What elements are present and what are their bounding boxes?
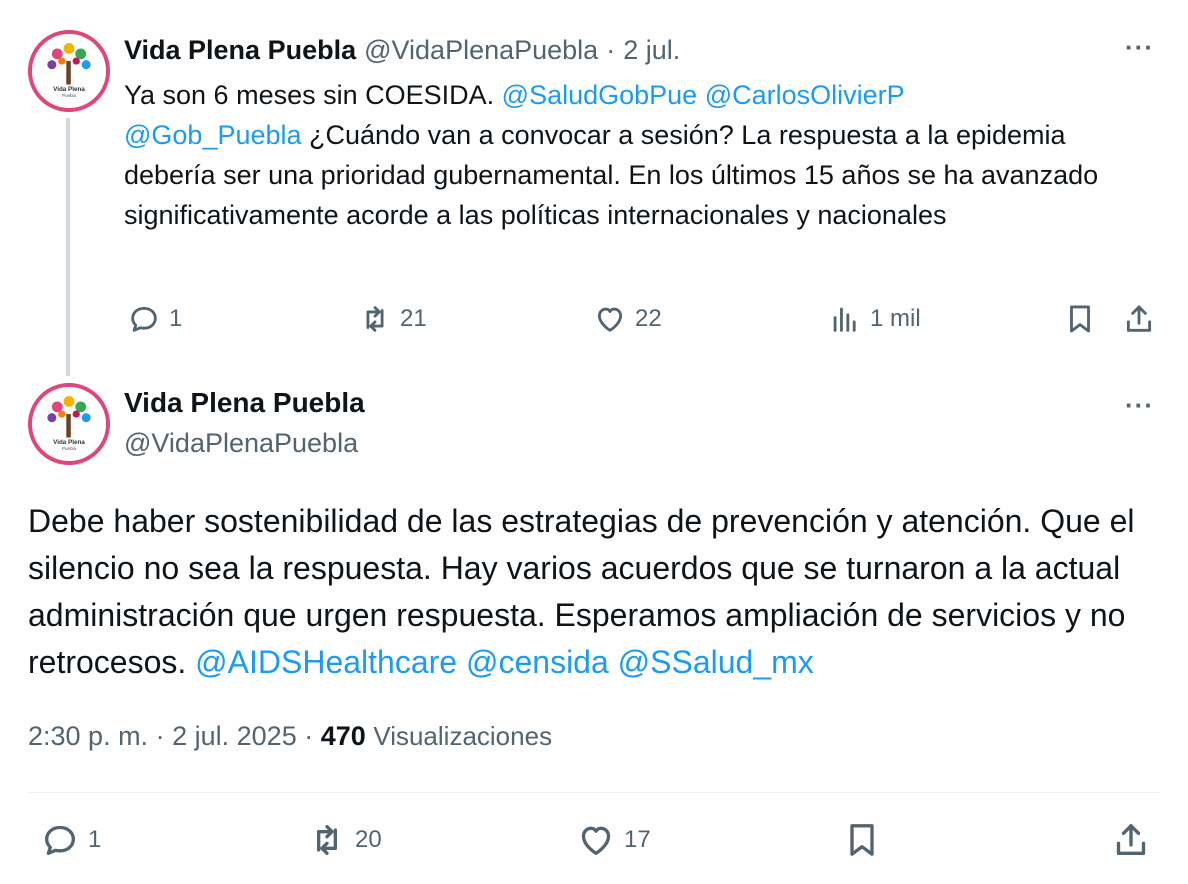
handle[interactable]: @VidaPlenaPuebla — [124, 423, 358, 463]
svg-text:Vida Plena: Vida Plena — [53, 86, 85, 93]
like-count: 22 — [635, 305, 662, 332]
avatar[interactable]: Vida Plena Puebla — [28, 383, 110, 465]
mention-link[interactable]: @censida — [466, 644, 609, 680]
reply-count: 1 — [88, 826, 102, 853]
more-dots-icon[interactable]: ··· — [1125, 34, 1154, 60]
heart-icon — [581, 826, 611, 855]
tweet-header: Vida Plena Puebla @VidaPlenaPuebla · 2 j… — [124, 30, 680, 70]
separator: · — [606, 34, 616, 65]
share-icon — [1116, 824, 1146, 855]
reply-icon — [45, 825, 76, 855]
tweet-text: Debe haber sostenibilidad de las estrate… — [28, 498, 1168, 686]
mention-link[interactable]: @SaludGobPue — [502, 80, 698, 110]
retweet-icon — [317, 825, 337, 855]
bookmark-icon — [1070, 305, 1090, 333]
mention-link[interactable]: @AIDSHealthcare — [195, 644, 457, 680]
views-count: 1 mil — [870, 305, 921, 332]
like-count: 17 — [624, 826, 651, 853]
vida-plena-logo: Vida Plena Puebla — [32, 387, 106, 461]
reply-button[interactable]: 1 — [40, 820, 101, 860]
vida-plena-logo: Vida Plena Puebla — [32, 34, 106, 108]
mention-link[interactable]: @CarlosOlivierP — [705, 80, 905, 110]
share-button[interactable] — [1111, 820, 1151, 860]
handle[interactable]: @VidaPlenaPuebla — [364, 35, 598, 66]
views-button[interactable]: 1 mil — [828, 302, 921, 336]
reply-icon — [131, 306, 157, 332]
svg-text:Puebla: Puebla — [62, 446, 77, 451]
separator: · — [155, 721, 165, 751]
svg-text:Puebla: Puebla — [62, 93, 77, 98]
display-name[interactable]: Vida Plena Puebla — [124, 383, 365, 423]
retweet-button[interactable]: 21 — [358, 302, 427, 336]
share-icon — [1126, 305, 1152, 332]
tweet-date[interactable]: 2 jul. 2025 — [172, 721, 297, 751]
separator: · — [304, 721, 314, 751]
tweet-time[interactable]: 2:30 p. m. — [28, 721, 148, 751]
retweet-icon — [366, 306, 384, 332]
bookmark-button[interactable] — [1063, 302, 1097, 336]
tweet-meta: 2:30 p. m. · 2 jul. 2025 · 470 Visualiza… — [28, 716, 552, 756]
heart-icon — [597, 307, 623, 332]
display-name[interactable]: Vida Plena Puebla — [124, 35, 356, 66]
avatar[interactable]: Vida Plena Puebla — [28, 30, 110, 112]
retweet-count: 21 — [400, 305, 427, 332]
views-chart-icon — [833, 307, 856, 332]
like-button[interactable]: 22 — [593, 302, 662, 336]
bookmark-icon — [850, 824, 874, 856]
mention-link[interactable]: @Gob_Puebla — [124, 120, 302, 150]
views-label: Visualizaciones — [373, 721, 553, 751]
tweet-text-segment: Ya son 6 meses sin COESIDA. — [124, 80, 502, 110]
divider — [28, 792, 1160, 793]
tweet-date[interactable]: 2 jul. — [623, 35, 680, 66]
reply-button[interactable]: 1 — [127, 302, 182, 336]
retweet-button[interactable]: 20 — [307, 820, 382, 860]
share-button[interactable] — [1122, 302, 1156, 336]
bookmark-button[interactable] — [842, 820, 882, 860]
tweet-text: Ya son 6 meses sin COESIDA. @SaludGobPue… — [124, 75, 1154, 235]
tweet-actions: 1 20 17 — [0, 818, 1188, 866]
tweet-actions: 1 21 22 1 mil — [0, 298, 1188, 342]
svg-text:Vida Plena: Vida Plena — [53, 439, 85, 446]
reply-count: 1 — [169, 305, 183, 332]
views-count: 470 — [320, 721, 366, 751]
retweet-count: 20 — [355, 826, 382, 853]
like-button[interactable]: 17 — [576, 820, 651, 860]
more-dots-icon[interactable]: ··· — [1125, 392, 1154, 418]
mention-link[interactable]: @SSalud_mx — [618, 644, 814, 680]
